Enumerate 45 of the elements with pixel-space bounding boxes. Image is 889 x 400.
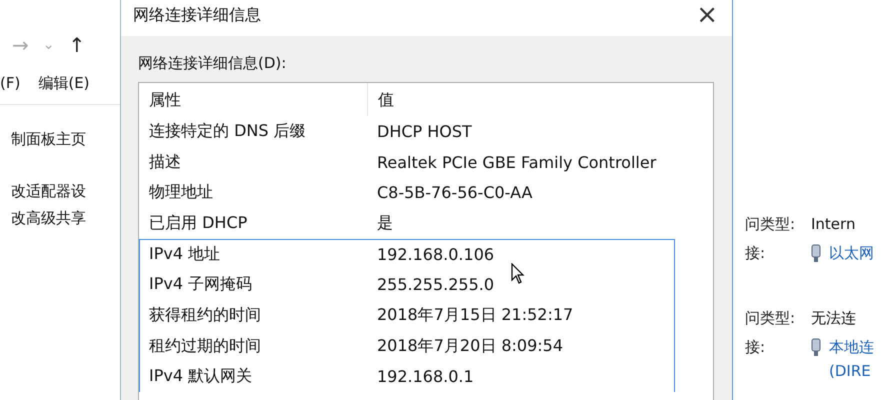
connection-link[interactable]: 以太网: [829, 242, 874, 264]
property-cell-text: 描述: [148, 152, 182, 173]
network-adapter-icon: [811, 244, 821, 264]
property-cell-text: 获得租约的时间: [148, 304, 262, 326]
close-button[interactable]: ×: [690, 0, 724, 30]
window-title: 网络连接详细信息: [133, 4, 261, 26]
access-type-value: Intern: [811, 214, 856, 235]
access-type-label: 问类型:: [744, 214, 796, 235]
value-cell-text: 是: [376, 212, 393, 234]
property-cell-text: IPv4 地址: [148, 244, 222, 266]
property-cell-text: 已启用 DHCP: [148, 212, 248, 234]
up-arrow[interactable]: ↑: [68, 33, 86, 57]
column-header[interactable]: 值: [368, 83, 394, 116]
sidebar-link[interactable]: 改高级共享: [11, 205, 120, 232]
property-cell-text: 租约过期的时间: [148, 336, 262, 357]
connection-label: 接:: [744, 337, 766, 358]
property-cell-text: 连接特定的 DNS 后缀: [148, 120, 307, 142]
focused-row[interactable]: 获得租约的时间 2018年7月15日 21:52:17: [139, 300, 675, 331]
sidebar-link[interactable]: 制面板主页: [11, 126, 120, 153]
value-cell-text: C8-5B-76-56-C0-AA: [376, 183, 532, 202]
focused-row[interactable]: IPv4 默认网关 192.168.0.1: [139, 362, 675, 392]
property-cell-text: IPv4 子网掩码: [148, 274, 254, 296]
value-cell-text: 192.168.0.1: [376, 367, 474, 386]
column-header[interactable]: 属性: [139, 83, 368, 116]
mouse-cursor-icon: [511, 263, 525, 285]
value-cell-text: 255.255.255.0: [376, 275, 494, 294]
connection-link[interactable]: 本地连: [829, 336, 874, 358]
value-cell-text: 192.168.0.106: [376, 245, 494, 264]
menu-item[interactable]: (F): [0, 74, 20, 104]
focused-row[interactable]: IPv4 地址 192.168.0.106: [139, 238, 675, 270]
property-cell-text: IPv4 默认网关: [148, 366, 254, 388]
access-type-value: 无法连: [811, 308, 856, 329]
network-adapter-icon: [811, 338, 821, 358]
access-type-label: 问类型:: [744, 308, 796, 329]
connection-label: 接:: [744, 243, 766, 264]
connection-link[interactable]: (DIRE: [829, 360, 874, 382]
sidebar-link[interactable]: 改适配器设: [11, 178, 120, 205]
value-cell-text: 2018年7月20日 8:09:54: [376, 336, 564, 357]
value-cell-text: Realtek PCIe GBE Family Controller: [376, 152, 656, 172]
menu-item[interactable]: 编辑(E): [38, 74, 90, 104]
property-cell-text: 物理地址: [148, 182, 214, 204]
value-cell-text: DHCP HOST: [376, 122, 472, 141]
focused-row[interactable]: 租约过期的时间 2018年7月20日 8:09:54: [139, 330, 675, 362]
value-cell-text: 2018年7月15日 21:52:17: [376, 304, 574, 326]
list-label: 网络连接详细信息(D):: [138, 54, 288, 74]
